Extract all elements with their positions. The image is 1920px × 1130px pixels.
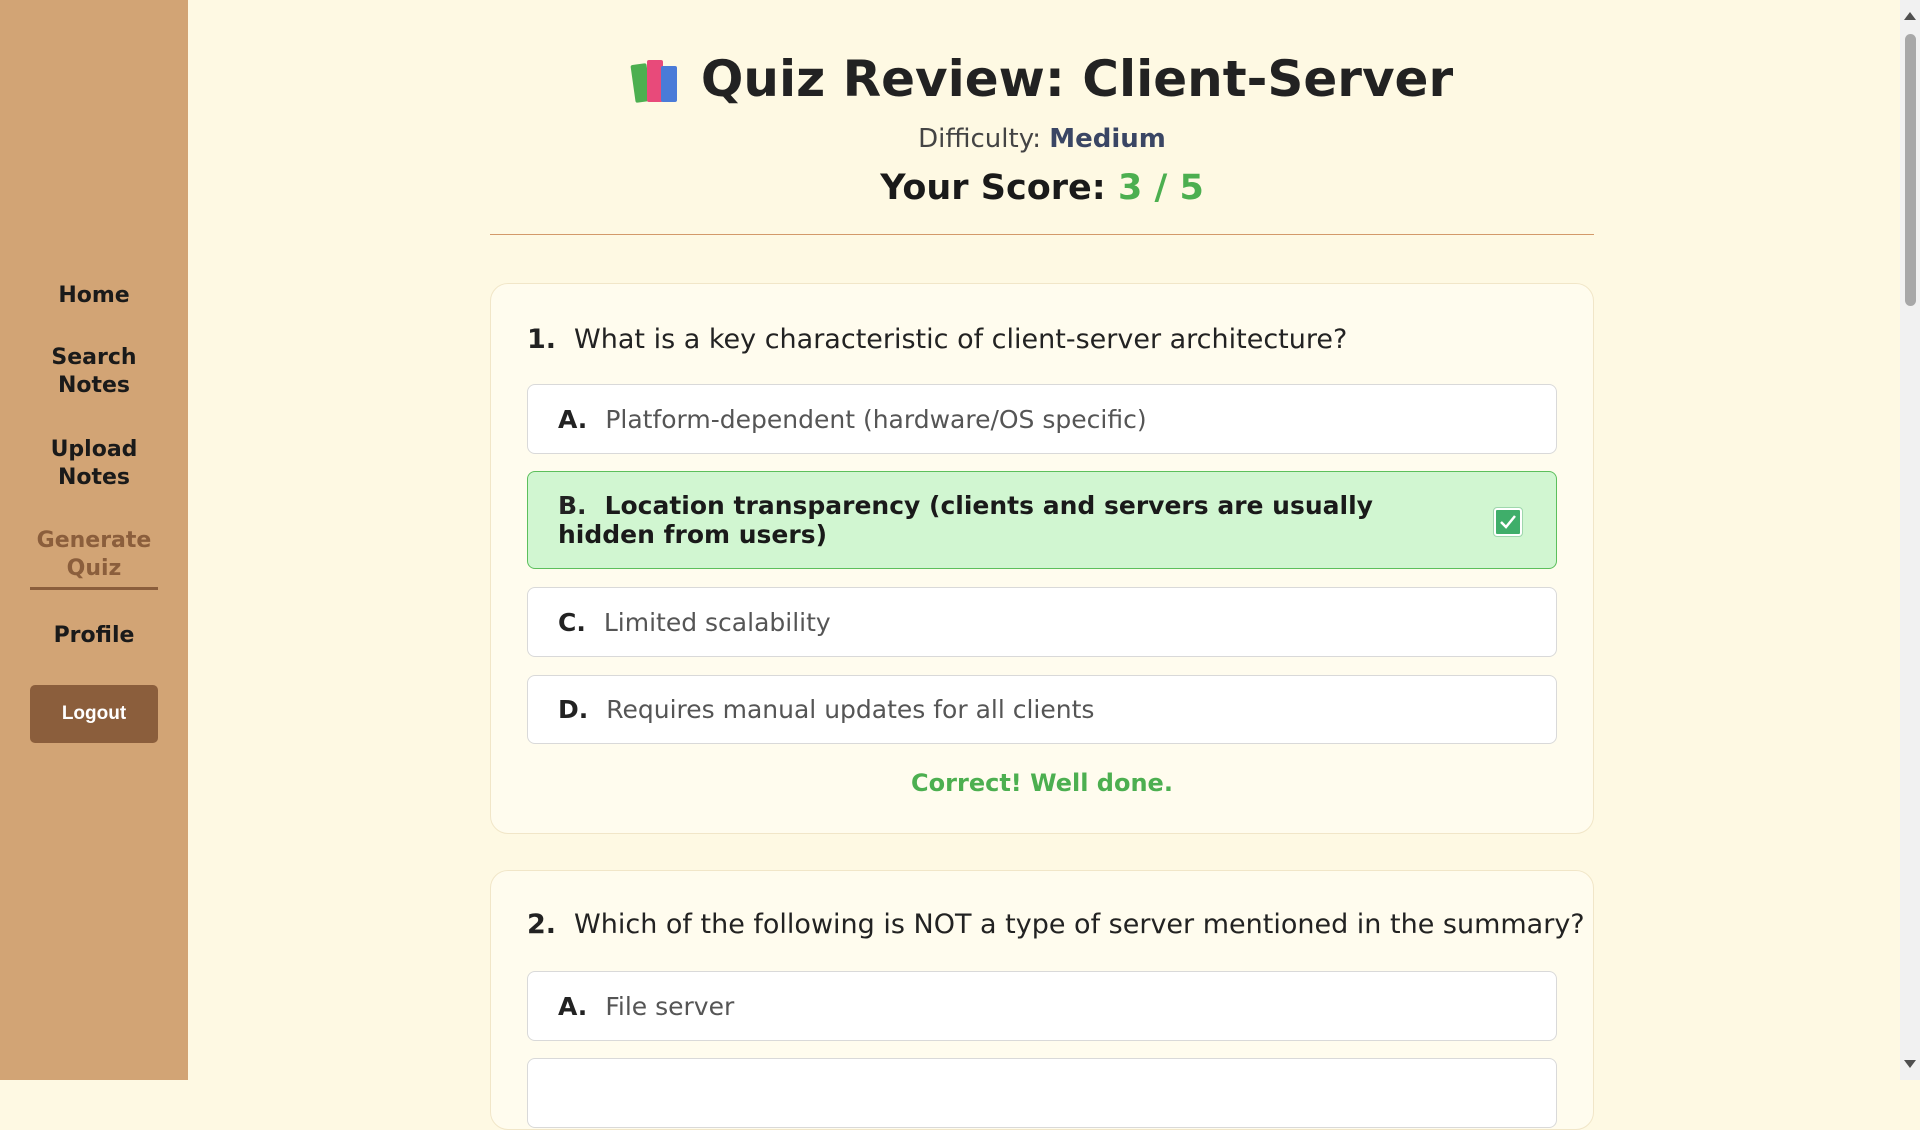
option-label: Location transparency (clients and serve… [558, 491, 1373, 549]
question-number: 2. [527, 909, 557, 940]
question-text: 2. Which of the following is NOT a type o… [527, 909, 1585, 940]
question-label: Which of the following is NOT a type of … [574, 909, 1585, 940]
question-number: 1. [527, 324, 557, 355]
option-c[interactable]: C. Limited scalability [527, 587, 1557, 657]
main-content: Quiz Review: Client-Server Difficulty: M… [188, 0, 1900, 1130]
sidebar: Home Search Notes Upload Notes Generate … [0, 0, 188, 1080]
scroll-up-arrow-icon[interactable] [1904, 12, 1916, 20]
question-label: What is a key characteristic of client-s… [574, 324, 1348, 355]
scroll-down-arrow-icon[interactable] [1904, 1060, 1916, 1068]
option-text: Platform-dependent (hardware/OS specific… [605, 404, 1147, 434]
difficulty-value: Medium [1049, 124, 1166, 154]
option-a[interactable]: A. File server [527, 971, 1557, 1041]
sidebar-item-profile[interactable]: Profile [54, 622, 135, 650]
sidebar-item-generate-quiz[interactable]: Generate Quiz [30, 527, 158, 590]
option-letter: A. [558, 404, 588, 434]
sidebar-item-upload-notes[interactable]: Upload Notes [39, 436, 149, 492]
score-value: 3 / 5 [1117, 168, 1204, 208]
question-card-2: 2. Which of the following is NOT a type o… [490, 870, 1594, 1130]
page-title: Quiz Review: Client-Server [700, 50, 1454, 108]
check-icon [1493, 507, 1523, 537]
question-text: 1. What is a key characteristic of client… [527, 324, 1347, 355]
question-card-1: 1. What is a key characteristic of client… [490, 283, 1594, 834]
scrollbar[interactable] [1900, 0, 1920, 1080]
difficulty-label: Difficulty: [918, 124, 1041, 154]
sidebar-item-search-notes[interactable]: Search Notes [39, 344, 149, 400]
option-text: File server [605, 991, 735, 1021]
option-b[interactable] [527, 1058, 1557, 1128]
option-d[interactable]: D. Requires manual updates for all clien… [527, 675, 1557, 744]
option-letter: B. [558, 491, 587, 520]
option-text: Limited scalability [603, 607, 831, 637]
scroll-thumb[interactable] [1905, 34, 1916, 306]
score-label: Your Score: [880, 168, 1106, 208]
sidebar-nav: Home Search Notes Upload Notes Generate … [0, 282, 188, 743]
page-title-row: Quiz Review: Client-Server [490, 50, 1594, 108]
option-b-correct[interactable]: B. Location transparency (clients and ser… [527, 471, 1557, 569]
option-letter: D. [558, 695, 589, 724]
option-text: B. Location transparency (clients and ser… [558, 491, 1476, 549]
option-a[interactable]: A. Platform-dependent (hardware/OS speci… [527, 384, 1557, 454]
option-letter: A. [558, 991, 588, 1021]
option-letter: C. [558, 607, 586, 637]
score-row: Your Score: 3 / 5 [490, 168, 1594, 208]
option-text: Requires manual updates for all clients [606, 695, 1095, 724]
quiz-header: Quiz Review: Client-Server Difficulty: M… [490, 0, 1594, 235]
answer-feedback: Correct! Well done. [911, 769, 1173, 797]
logout-button[interactable]: Logout [30, 685, 158, 743]
difficulty-row: Difficulty: Medium [490, 124, 1594, 154]
sidebar-item-home[interactable]: Home [58, 282, 129, 310]
books-icon [630, 56, 683, 103]
